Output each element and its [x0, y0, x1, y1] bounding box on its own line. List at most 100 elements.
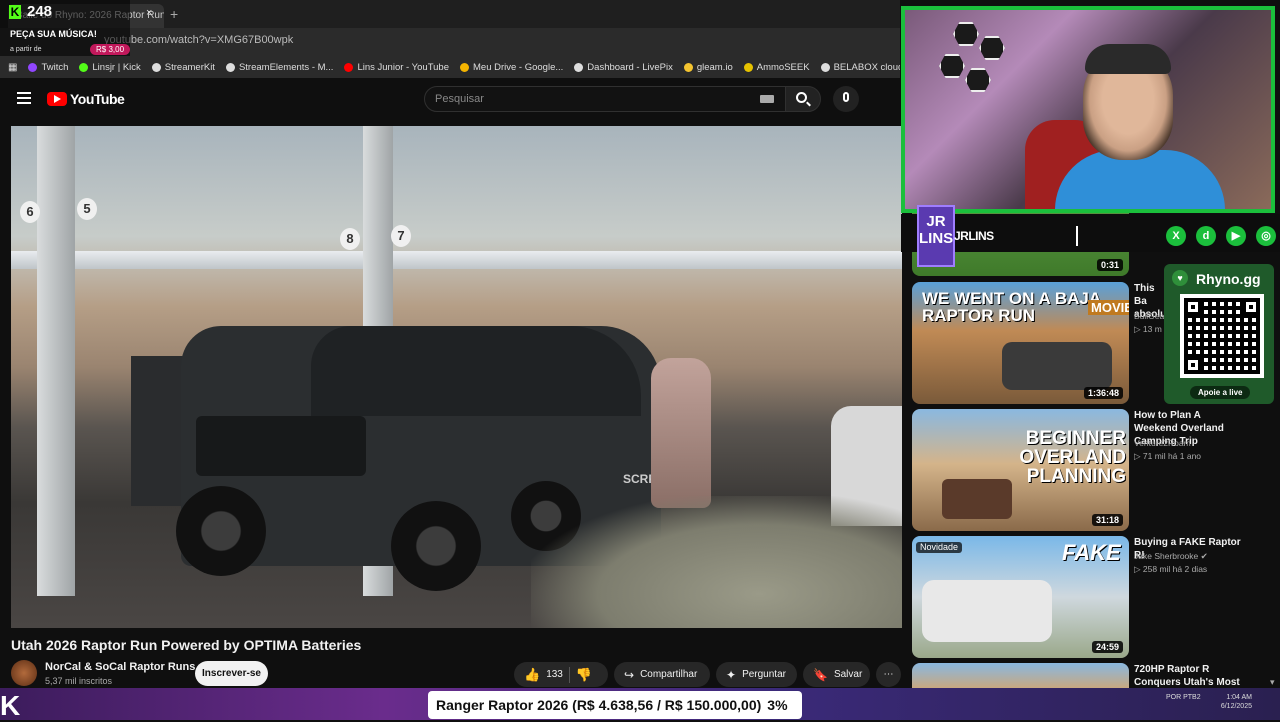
pump-number: 6	[20, 201, 40, 223]
bookmark-item[interactable]: gleam.io	[683, 61, 733, 73]
more-actions-button[interactable]: ⋯	[876, 662, 901, 687]
recommendation-meta: ▷ 13 m	[1134, 324, 1162, 334]
save-label: Salvar	[833, 669, 863, 680]
bookmark-icon: 🔖	[813, 667, 828, 682]
qr-code	[1180, 294, 1264, 378]
bookmark-label: AmmoSEEK	[756, 61, 810, 73]
keyboard-language[interactable]: POR PTB2	[1166, 693, 1201, 702]
bookmark-icon	[683, 62, 693, 72]
recommendation-thumbnail[interactable]	[912, 663, 1129, 688]
bookmark-item[interactable]: BELABOX cloud	[820, 61, 900, 73]
donation-percent: 3%	[767, 697, 788, 713]
kick-logo-icon: K	[9, 5, 21, 19]
url-field[interactable]: youtube.com/watch?v=XMG67B00wpk	[104, 34, 293, 46]
thumbnail-truck	[942, 479, 1012, 519]
bookmark-icon	[344, 62, 354, 72]
bookmark-icon	[820, 62, 830, 72]
video-duration: 31:18	[1091, 514, 1123, 526]
x-twitter-icon: X	[1166, 226, 1186, 246]
ask-button[interactable]: ✦ Perguntar	[716, 662, 797, 687]
streamer-body	[1055, 150, 1225, 209]
bookmark-label: Dashboard - LivePix	[587, 61, 673, 73]
bookmark-label: gleam.io	[696, 61, 733, 73]
new-badge: Novidade	[916, 542, 963, 553]
search-input[interactable]: Pesquisar	[424, 86, 786, 112]
dislike-button[interactable]: 👎	[576, 667, 592, 683]
person-in-video	[651, 358, 711, 508]
tiktok-icon: d	[1196, 226, 1216, 246]
like-dislike-group: 👍 133 👎	[514, 662, 608, 687]
hex-shelf	[939, 54, 965, 78]
bookmark-label: Meu Drive - Google...	[473, 61, 564, 73]
save-button[interactable]: 🔖 Salvar	[803, 662, 870, 687]
share-button[interactable]: ↪ Compartilhar	[614, 662, 710, 687]
recommendation-channel[interactable]: Venture2Roam	[1134, 437, 1191, 450]
clock-date: 6/12/2025	[1220, 703, 1252, 710]
youtube-wordmark[interactable]: YouTube	[70, 91, 125, 107]
more-icon: ⋯	[883, 669, 894, 680]
youtube-logo-icon[interactable]	[47, 92, 67, 106]
bookmark-item[interactable]: AmmoSEEK	[743, 61, 810, 73]
thumbnail-truck	[1002, 342, 1112, 390]
apps-grid-icon[interactable]: ▦	[8, 62, 17, 73]
share-icon: ↪	[624, 667, 635, 682]
desert-brush	[531, 496, 902, 628]
qr-finder	[1184, 298, 1202, 316]
bookmark-label: Twitch	[41, 61, 69, 73]
recommendation-meta: ▷ 258 mil há 2 dias	[1134, 564, 1208, 574]
channel-name[interactable]: NorCal & SoCal Raptor Runs	[45, 661, 195, 673]
video-player[interactable]: 6 5 8 7 SCRR	[11, 126, 902, 628]
truck-wheel	[176, 486, 266, 576]
bookmark-item[interactable]: StreamerKit	[151, 62, 215, 73]
hex-shelf	[979, 36, 1005, 60]
bookmark-icon	[460, 62, 469, 72]
recommendation-thumbnail[interactable]: Novidade FAKE 24:59	[912, 536, 1129, 658]
bookmark-item[interactable]: StreamElements - M...	[225, 61, 334, 73]
thumbnail-text: FAKE	[1062, 540, 1121, 565]
recommendation-views: 13 m	[1142, 324, 1162, 334]
bookmark-label: BELABOX cloud	[833, 61, 900, 73]
channel-avatar[interactable]	[11, 660, 37, 686]
hex-shelf	[965, 68, 991, 92]
hamburger-menu-icon[interactable]	[17, 92, 31, 104]
rhyno-name: Rhyno.gg	[1196, 271, 1261, 287]
video-duration: 1:36:48	[1083, 387, 1123, 399]
bookmark-icon	[225, 62, 235, 72]
ask-label: Perguntar	[742, 669, 786, 680]
microphone-icon[interactable]	[843, 92, 849, 102]
verified-icon: ✔	[1200, 551, 1208, 561]
bookmarks-bar: ▦ Twitch Linsjr | Kick StreamerKit StreamEl…	[0, 56, 900, 78]
recommendation-thumbnail[interactable]: WE WENT ON A BAJA RAPTOR RUN MOVIE 1:36:…	[912, 282, 1129, 404]
viewer-count: 248	[27, 3, 53, 20]
bookmark-item[interactable]: Lins Junior - YouTube	[344, 62, 449, 73]
keyboard-icon[interactable]	[760, 95, 774, 103]
recommendation-channel[interactable]: Jake Sherbrooke ✔	[1134, 550, 1208, 563]
bookmark-icon	[151, 62, 161, 72]
divider	[1076, 226, 1078, 246]
like-count: 133	[546, 669, 563, 680]
kick-bottom-logo: K	[0, 690, 21, 721]
bookmark-icon	[574, 62, 584, 72]
streamer-hair	[1085, 44, 1171, 74]
bookmark-icon	[743, 62, 753, 72]
recommendation-channel[interactable]: BullGea	[1134, 310, 1164, 323]
hex-shelf	[953, 22, 979, 46]
like-button[interactable]: 👍 133	[524, 667, 563, 683]
subscribe-button[interactable]: Inscrever-se	[195, 661, 268, 686]
close-tab-icon[interactable]: ×	[146, 7, 152, 19]
recommendation-thumbnail[interactable]: BEGINNER OVERLAND PLANNING 31:18	[912, 409, 1129, 531]
gas-station-canopy	[11, 251, 902, 269]
bookmark-item[interactable]: Twitch	[28, 62, 68, 73]
recommendation-views: 71 mil há 1 ano	[1142, 451, 1202, 461]
video-duration: 0:31	[1096, 259, 1123, 271]
search-icon[interactable]	[796, 92, 807, 103]
thumbs-up-icon: 👍	[524, 666, 541, 682]
bookmark-item[interactable]: Dashboard - LivePix	[574, 62, 673, 73]
clock[interactable]: 1:04 AM 6/12/2025	[1221, 693, 1252, 711]
bookmark-label: StreamElements - M...	[238, 61, 334, 73]
scroll-down-icon[interactable]: ▾	[1270, 677, 1275, 688]
bookmark-item[interactable]: Meu Drive - Google...	[460, 62, 563, 73]
new-tab-button[interactable]: +	[170, 6, 178, 22]
bookmark-label: Linsjr | Kick	[92, 61, 141, 73]
bookmark-item[interactable]: Linsjr | Kick	[79, 61, 141, 73]
